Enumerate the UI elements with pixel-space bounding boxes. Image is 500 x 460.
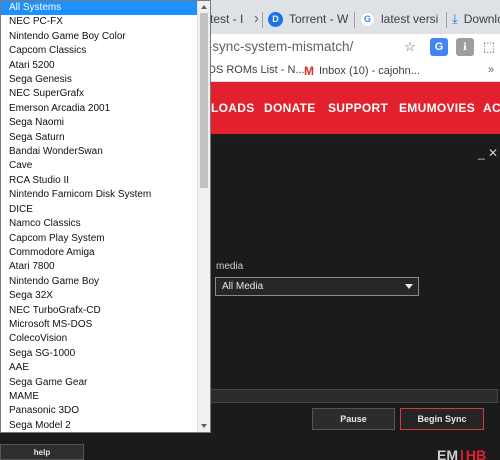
scroll-down-icon[interactable] xyxy=(201,424,207,428)
download-icon: ⤓ xyxy=(452,11,458,26)
nav-emumovies[interactable]: EMUMOVIES xyxy=(399,101,475,115)
bookmark-ds-roms[interactable]: DS ROMs List - N... xyxy=(208,64,305,76)
system-option[interactable]: Nintendo Famicom Disk System xyxy=(1,188,198,202)
system-options: All Systems NEC PC-FX Nintendo Game Boy Co… xyxy=(1,1,198,433)
system-option[interactable]: Sega Naomi xyxy=(1,116,198,130)
help-button[interactable]: help xyxy=(0,444,84,460)
tab-label: Torrent - W xyxy=(289,12,349,26)
begin-sync-button[interactable]: Begin Sync xyxy=(400,408,484,430)
tab-divider xyxy=(446,12,447,28)
more-bookmarks-icon[interactable]: » xyxy=(488,64,494,76)
torrent-favicon-icon: D xyxy=(268,11,283,27)
system-dropdown-list[interactable]: All Systems NEC PC-FX Nintendo Game Boy Co… xyxy=(0,0,211,433)
google-favicon-icon: G xyxy=(360,11,375,27)
translate-extension-icon[interactable]: G xyxy=(430,38,448,56)
system-option[interactable]: Namco Classics xyxy=(1,217,198,231)
system-option[interactable]: Emerson Arcadia 2001 xyxy=(1,102,198,116)
dropdown-scrollbar[interactable] xyxy=(197,1,210,432)
tab-torrent[interactable]: D Torrent - W ✕ xyxy=(268,7,350,31)
system-option[interactable]: Atari 7800 xyxy=(1,260,198,274)
media-select-value: All Media xyxy=(222,281,264,292)
system-option[interactable]: Nintendo Game Boy xyxy=(1,275,198,289)
sync-progress-bar xyxy=(208,389,498,403)
brand-hb: HB xyxy=(465,447,487,460)
nav-act[interactable]: ACT xyxy=(483,101,500,115)
bookmark-label: Inbox (10) - cajohn... xyxy=(319,65,420,77)
url-text[interactable]: /-sync-system-mismatch/ xyxy=(204,39,353,54)
system-option[interactable]: AAE xyxy=(1,361,198,375)
nav-donate[interactable]: DONATE xyxy=(264,101,316,115)
tab-divider xyxy=(262,12,263,28)
brand-separator: | xyxy=(460,447,464,460)
window-controls[interactable]: _ ✕ xyxy=(478,146,498,160)
system-option[interactable]: Sega Model 2 xyxy=(1,419,198,433)
bookmark-inbox[interactable]: M Inbox (10) - cajohn... xyxy=(304,64,420,78)
brand-em: EM xyxy=(437,447,458,460)
system-option[interactable]: Capcom Play System xyxy=(1,232,198,246)
tab-label: latest versi xyxy=(381,12,439,26)
system-option[interactable]: NEC PC-FX xyxy=(1,15,198,29)
nav-downloads[interactable]: LOADS xyxy=(211,101,255,115)
nav-support[interactable]: SUPPORT xyxy=(328,101,388,115)
system-option[interactable]: Sega Saturn xyxy=(1,131,198,145)
system-option[interactable]: Bandai WonderSwan xyxy=(1,145,198,159)
tab-download[interactable]: ⤓ Downlo xyxy=(452,7,500,31)
system-option[interactable]: Cave xyxy=(1,159,198,173)
gmail-icon: M xyxy=(304,64,314,78)
tab-close-icon[interactable]: ✕ xyxy=(253,13,258,26)
system-option[interactable]: MAME xyxy=(1,390,198,404)
system-option[interactable]: Sega Game Gear xyxy=(1,376,198,390)
system-option[interactable]: RCA Studio II xyxy=(1,174,198,188)
system-option[interactable]: Panasonic 3DO xyxy=(1,404,198,418)
tab-divider xyxy=(354,12,355,28)
scrollbar-thumb[interactable] xyxy=(200,13,208,188)
bookmark-label: DS ROMs List - N... xyxy=(208,64,305,76)
system-option[interactable]: Atari 5200 xyxy=(1,59,198,73)
tab-label: Downlo xyxy=(463,12,500,26)
tab-test[interactable]: test - I ✕ xyxy=(210,7,258,31)
system-option[interactable]: NEC SuperGrafx xyxy=(1,87,198,101)
system-option[interactable]: ColecoVision xyxy=(1,332,198,346)
system-option[interactable]: Sega Genesis xyxy=(1,73,198,87)
system-option[interactable]: Nintendo Game Boy Color xyxy=(1,30,198,44)
system-option[interactable]: Capcom Classics xyxy=(1,44,198,58)
tab-latest-version[interactable]: G latest versi ✕ xyxy=(360,7,442,31)
media-label: media xyxy=(216,261,244,272)
system-option[interactable]: Microsoft MS-DOS xyxy=(1,318,198,332)
system-option[interactable]: Sega SG-1000 xyxy=(1,347,198,361)
emuhub-logo: EM | HB xyxy=(437,447,486,460)
system-option[interactable]: Sega 32X xyxy=(1,289,198,303)
system-option[interactable]: All Systems xyxy=(1,1,198,16)
scroll-up-icon[interactable] xyxy=(201,5,207,9)
system-option[interactable]: Commodore Amiga xyxy=(1,246,198,260)
media-select[interactable]: All Media xyxy=(215,277,419,296)
tab-label: test - I xyxy=(210,12,244,26)
system-option[interactable]: DICE xyxy=(1,203,198,217)
pause-button[interactable]: Pause xyxy=(312,408,395,430)
chevron-down-icon xyxy=(405,284,413,289)
bookmark-star-icon[interactable]: ☆ xyxy=(401,38,419,56)
extension-icon[interactable]: ℹ xyxy=(456,38,474,56)
system-option[interactable]: NEC TurboGrafx-CD xyxy=(1,304,198,318)
puzzle-extensions-icon[interactable]: ⬚ xyxy=(480,38,498,56)
